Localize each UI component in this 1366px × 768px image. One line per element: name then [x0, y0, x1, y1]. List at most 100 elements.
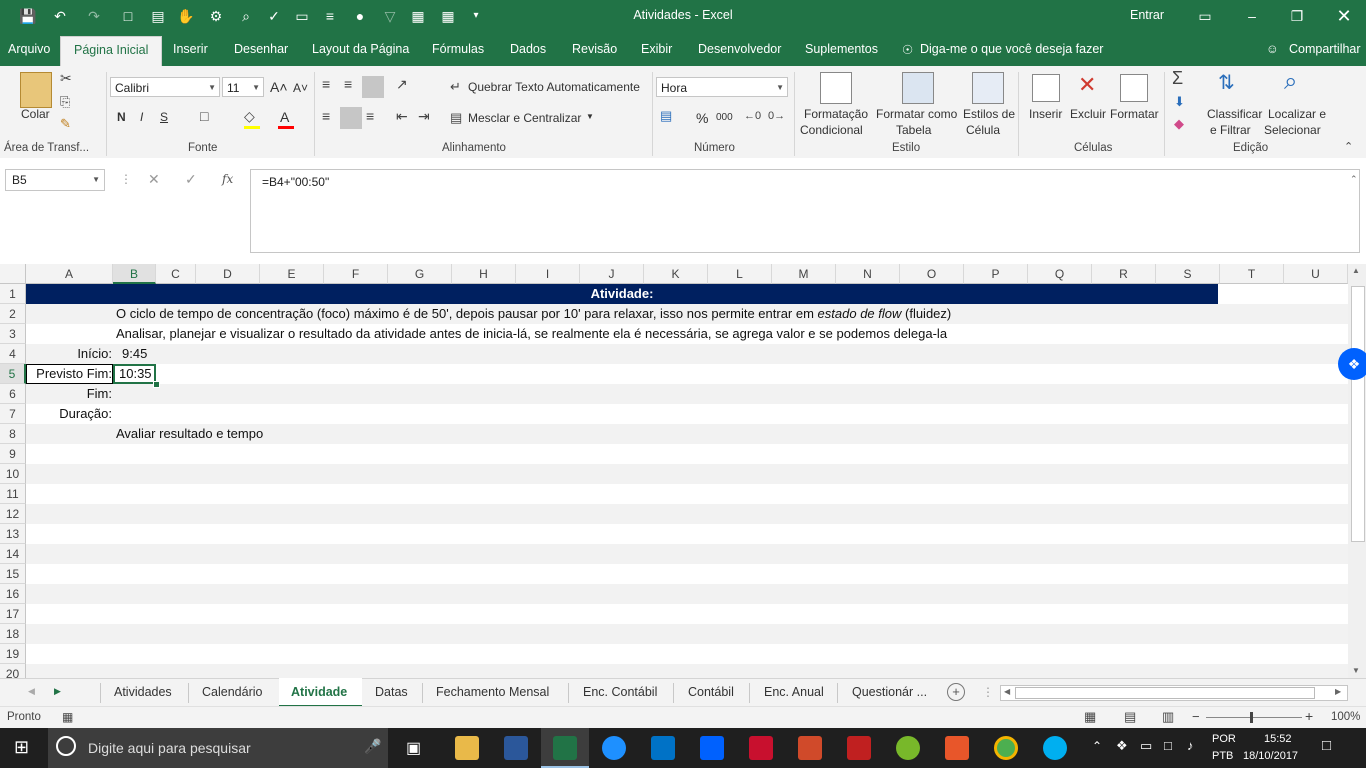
sheet-tab-calendario[interactable]: Calendário	[202, 685, 262, 699]
column-header[interactable]: N	[836, 264, 900, 284]
format-as-table-line1[interactable]: Formatar como	[876, 107, 957, 121]
row-header[interactable]: 17	[0, 604, 26, 624]
insert-cells-button[interactable]: Inserir	[1029, 107, 1062, 121]
row-header[interactable]: 9	[0, 444, 26, 464]
sign-in-link[interactable]: Entrar	[1130, 8, 1164, 22]
prev-sheet-icon[interactable]: ◀	[28, 686, 35, 697]
column-header[interactable]: I	[516, 264, 580, 284]
row-header[interactable]: 4	[0, 344, 26, 364]
conditional-formatting-line2[interactable]: Condicional	[800, 123, 863, 137]
cell-a6[interactable]: Fim:	[26, 384, 112, 404]
tray-dropbox-icon[interactable]: ❖	[1116, 738, 1128, 754]
action-center-icon[interactable]: □	[1322, 737, 1331, 754]
underline-button[interactable]: S	[160, 110, 168, 124]
column-header[interactable]: U	[1284, 264, 1348, 284]
row-header[interactable]: 19	[0, 644, 26, 664]
column-header[interactable]: K	[644, 264, 708, 284]
decrease-decimal-icon[interactable]: 0→	[768, 110, 785, 122]
sheet-tab-datas[interactable]: Datas	[375, 685, 408, 699]
bold-button[interactable]: N	[117, 110, 126, 124]
currency-icon[interactable]: ▤	[660, 108, 672, 124]
fill-icon[interactable]: ⬇	[1174, 94, 1185, 110]
align-bottom-button[interactable]	[362, 76, 384, 98]
restore-icon[interactable]: ❐	[1285, 5, 1309, 27]
row-header[interactable]: 20	[0, 664, 26, 678]
autosum-icon[interactable]: Σ	[1172, 68, 1183, 89]
file-explorer-icon[interactable]	[455, 736, 479, 760]
zoom-in-icon[interactable]: +	[1305, 708, 1313, 724]
column-header[interactable]: R	[1092, 264, 1156, 284]
worksheet-grid[interactable]: ABCDEFGHIJKLMNOPQRSTU 1 2 3 4 5 6 7 8 9 10 11 12 13 1…	[0, 264, 1348, 678]
tray-battery-icon[interactable]: ▭	[1140, 738, 1152, 754]
select-all-corner[interactable]	[0, 264, 26, 284]
vertical-scrollbar[interactable]: ▲ ▼	[1348, 264, 1366, 678]
clear-icon[interactable]: ◆	[1174, 116, 1184, 132]
wrap-text-button[interactable]: Quebrar Texto Automaticamente	[468, 80, 640, 94]
fill-handle[interactable]	[153, 381, 160, 388]
increase-indent-icon[interactable]: ⇥	[418, 108, 430, 125]
row-header[interactable]: 7	[0, 404, 26, 424]
tab-dados[interactable]: Dados	[510, 42, 546, 56]
dropbox-badge-icon[interactable]: ❖	[1338, 348, 1366, 380]
ie-icon[interactable]	[602, 736, 626, 760]
grow-font-icon[interactable]: A˄	[270, 79, 288, 95]
insert-function-button[interactable]: fx	[222, 172, 233, 186]
horizontal-scrollbar[interactable]: ◀ ▶	[1000, 685, 1348, 701]
scroll-up-icon[interactable]: ▲	[1352, 266, 1360, 275]
collapse-ribbon-icon[interactable]: ⌃	[1344, 140, 1353, 153]
number-format-select[interactable]: Hora ▼	[656, 77, 788, 97]
tray-lang-2[interactable]: PTB	[1212, 750, 1233, 762]
orientation-icon[interactable]: ↗	[396, 76, 408, 93]
column-header[interactable]: D	[196, 264, 260, 284]
windows-start-icon[interactable]: ⊞	[14, 737, 29, 758]
cell-c2[interactable]: O ciclo de tempo de concentração (foco) …	[116, 304, 951, 324]
align-middle-icon[interactable]: ≡	[344, 76, 352, 92]
microphone-icon[interactable]: 🎤	[364, 738, 381, 755]
tab-exibir[interactable]: Exibir	[641, 42, 672, 56]
tray-time[interactable]: 15:52	[1264, 733, 1292, 745]
format-painter-icon[interactable]: ✎	[60, 116, 71, 132]
row-header[interactable]: 6	[0, 384, 26, 404]
tray-date[interactable]: 18/10/2017	[1243, 750, 1298, 762]
taskbar-search[interactable]: Digite aqui para pesquisar 🎤	[48, 728, 388, 768]
column-header[interactable]: L	[708, 264, 772, 284]
sort-filter-line1[interactable]: Classificar	[1207, 107, 1262, 121]
format-cells-button[interactable]: Formatar	[1110, 107, 1159, 121]
cell-a5[interactable]: Previsto Fim:	[26, 364, 112, 384]
cell-styles-line1[interactable]: Estilos de	[963, 107, 1015, 121]
utorrent-icon[interactable]	[896, 736, 920, 760]
column-header[interactable]: A	[26, 264, 113, 284]
format-as-table-line2[interactable]: Tabela	[896, 123, 931, 137]
app-h-icon[interactable]	[945, 736, 969, 760]
tray-volume-icon[interactable]: ♪	[1187, 738, 1194, 753]
tray-chevron-icon[interactable]: ⌃	[1092, 739, 1102, 753]
align-center-button[interactable]	[340, 107, 362, 129]
italic-button[interactable]: I	[140, 110, 143, 124]
find-select-line1[interactable]: Localizar e	[1268, 107, 1326, 121]
borders-icon[interactable]: □	[200, 108, 208, 124]
font-color-icon[interactable]: A	[280, 109, 289, 125]
tab-layout[interactable]: Layout da Página	[312, 42, 409, 56]
percent-button[interactable]: %	[696, 110, 708, 126]
zoom-slider[interactable]	[1206, 717, 1302, 718]
tab-desenvolvedor[interactable]: Desenvolvedor	[698, 42, 781, 56]
row-header[interactable]: 5	[0, 364, 26, 384]
delete-cells-button[interactable]: Excluir	[1070, 107, 1106, 121]
cut-icon[interactable]: ✂	[60, 70, 72, 87]
column-header[interactable]: T	[1220, 264, 1284, 284]
column-header[interactable]: O	[900, 264, 964, 284]
column-header[interactable]: F	[324, 264, 388, 284]
decrease-indent-icon[interactable]: ⇤	[396, 108, 408, 125]
column-header[interactable]: M	[772, 264, 836, 284]
font-size-select[interactable]: 11 ▼	[222, 77, 264, 97]
shrink-font-icon[interactable]: A˅	[293, 81, 308, 95]
normal-view-icon[interactable]: ▦	[1084, 709, 1096, 725]
sheet-tab-questionario[interactable]: Questionár ...	[852, 685, 927, 699]
sort-filter-line2[interactable]: e Filtrar	[1210, 123, 1251, 137]
tray-lang-1[interactable]: POR	[1212, 733, 1236, 745]
row-header[interactable]: 18	[0, 624, 26, 644]
column-header[interactable]: Q	[1028, 264, 1092, 284]
word-icon[interactable]	[504, 736, 528, 760]
outlook-icon[interactable]	[651, 736, 675, 760]
zoom-out-icon[interactable]: −	[1192, 709, 1200, 724]
